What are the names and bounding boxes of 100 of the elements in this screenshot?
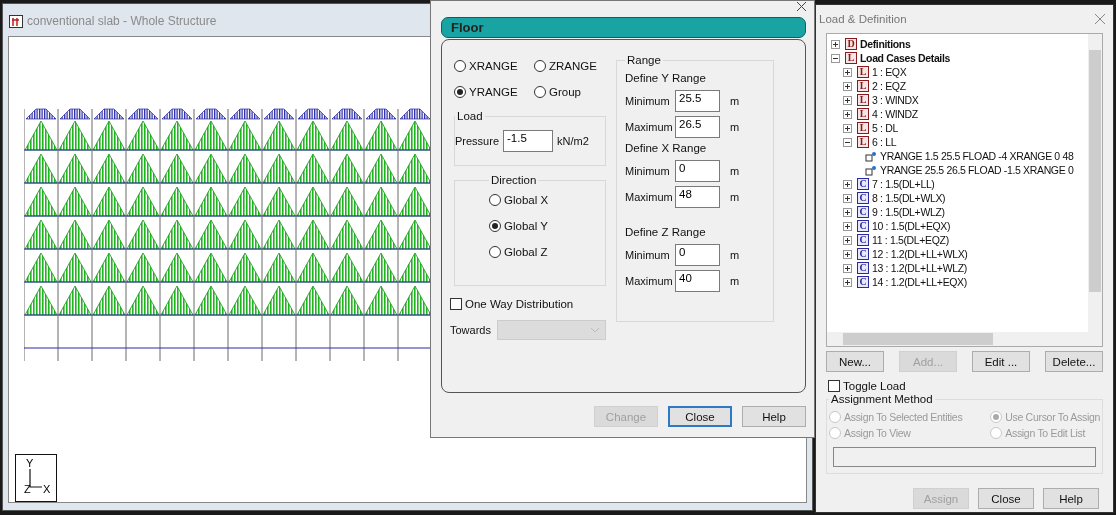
radio-button[interactable] [454,60,466,72]
radio-label: Use Cursor To Assign [1005,411,1100,423]
radio-label: Global Y [504,220,548,232]
panel-button[interactable]: Close [978,488,1034,509]
case-type-tag: C [857,248,869,260]
expand-toggle[interactable] [843,221,852,231]
panel-button[interactable]: Delete... [1045,351,1103,372]
tree-item[interactable]: 6 : LL [872,136,897,148]
expand-toggle[interactable] [843,67,852,77]
unit-label: m [730,121,740,133]
tree-item[interactable]: YRANGE 25.5 26.5 FLOAD -1.5 XRANGE 0 [880,164,1074,176]
tree-item[interactable]: 1 : EQX [872,66,907,78]
load-item-icon [865,150,877,162]
expand-toggle[interactable] [843,263,852,273]
unit-label: m [730,191,740,203]
range-field[interactable]: 0 [675,244,720,266]
radio-button[interactable] [489,194,501,206]
radio-button[interactable] [489,246,501,258]
expand-toggle[interactable] [843,81,852,91]
radio-label: YRANGE [469,86,518,98]
expand-toggle[interactable] [843,207,852,217]
group-subtitle: Define X Range [625,142,708,154]
radio-button[interactable] [534,86,546,98]
tree-item[interactable]: 12 : 1.2(DL+LL+WLX) [872,248,968,260]
radio-label: Assign To Selected Entities [844,411,963,423]
tree-item[interactable]: 10 : 1.5(DL+EQX) [872,220,951,232]
caret-icon [591,327,599,333]
radio-label: XRANGE [469,60,518,72]
expand-toggle[interactable] [831,39,840,49]
field-label: Maximum [625,191,671,203]
expand-toggle[interactable] [843,249,852,259]
tree-item[interactable]: 2 : EQZ [872,80,906,92]
range-field[interactable]: 48 [675,186,720,208]
app-icon [9,14,23,28]
case-type-tag: L [857,80,869,92]
radio-label: Assign To View [844,427,911,439]
tree-item[interactable]: 5 : DL [872,122,898,134]
case-type-tag: L [857,108,869,120]
checkbox[interactable] [828,380,840,392]
case-type-tag: L [857,66,869,78]
tree-item[interactable]: 11 : 1.5(DL+EQZ) [872,234,949,246]
radio-button[interactable] [534,60,546,72]
text-field[interactable] [833,447,1096,467]
expand-toggle[interactable] [843,123,852,133]
tree-item[interactable]: 13 : 1.2(DL+LL+WLZ) [872,262,967,274]
panel-button[interactable]: Help [1043,488,1099,509]
tree-item[interactable]: 9 : 1.5(DL+WLZ) [872,206,945,218]
expand-toggle[interactable] [843,179,852,189]
tree-item[interactable]: 3 : WINDX [872,94,919,106]
range-field[interactable]: 0 [675,160,720,182]
expand-toggle[interactable] [843,277,852,287]
radio-button[interactable] [489,220,501,232]
case-type-tag: C [857,262,869,274]
range-field[interactable]: 25.5 [675,90,720,112]
horizontal-scrollbar[interactable] [827,332,1102,346]
range-field[interactable]: 40 [675,270,720,292]
checkbox[interactable] [450,298,462,310]
vertical-scrollbar[interactable] [1088,34,1102,332]
load-item-icon [865,164,877,176]
expand-toggle[interactable] [843,95,852,105]
tree-item[interactable]: Load Cases Details [860,52,950,64]
unit-label: m [730,165,740,177]
radio-label: Assign To Edit List [1005,427,1086,439]
tree-item[interactable]: 4 : WINDZ [872,108,918,120]
field-label: Minimum [625,95,671,107]
dialog-button[interactable]: Help [742,406,806,427]
pressure-field[interactable]: -1.5 [503,130,554,152]
case-type-tag: L [845,52,857,64]
tree-item[interactable]: 8 : 1.5(DL+WLX) [872,192,946,204]
group-subtitle: Define Z Range [625,226,707,238]
tree-item[interactable]: Definitions [860,38,911,50]
radio-button[interactable] [454,86,466,98]
group-subtitle: Define Y Range [625,72,707,84]
range-field[interactable]: 26.5 [675,116,720,138]
tree-item[interactable]: YRANGE 1.5 25.5 FLOAD -4 XRANGE 0 48 [880,150,1074,162]
field-label: Minimum [625,165,671,177]
unit-label: kN/m2 [557,135,589,147]
group-title: Range [626,54,662,66]
case-type-tag: L [857,136,869,148]
expand-toggle[interactable] [843,193,852,203]
expand-toggle[interactable] [843,235,852,245]
axis-triad: Y Z X [15,454,57,502]
panel-button[interactable]: Edit ... [972,351,1030,372]
expand-toggle[interactable] [843,137,852,147]
tree-item[interactable]: 14 : 1.2(DL+LL+EQX) [872,276,967,288]
close-icon[interactable] [797,2,806,11]
checkbox-label: Toggle Load [843,380,906,392]
panel-button[interactable]: New... [826,351,884,372]
dialog-button[interactable]: Close [668,406,732,427]
case-type-tag: C [857,178,869,190]
case-type-tag: C [857,234,869,246]
expand-toggle[interactable] [831,53,840,63]
expand-toggle[interactable] [843,109,852,119]
field-label: Minimum [625,249,671,261]
case-type-tag: C [857,206,869,218]
radio-label: ZRANGE [549,60,597,72]
unit-label: m [730,275,740,287]
tree-item[interactable]: 7 : 1.5(DL+LL) [872,178,935,190]
field-label: Pressure [455,135,500,147]
group-title: Load [456,110,484,122]
